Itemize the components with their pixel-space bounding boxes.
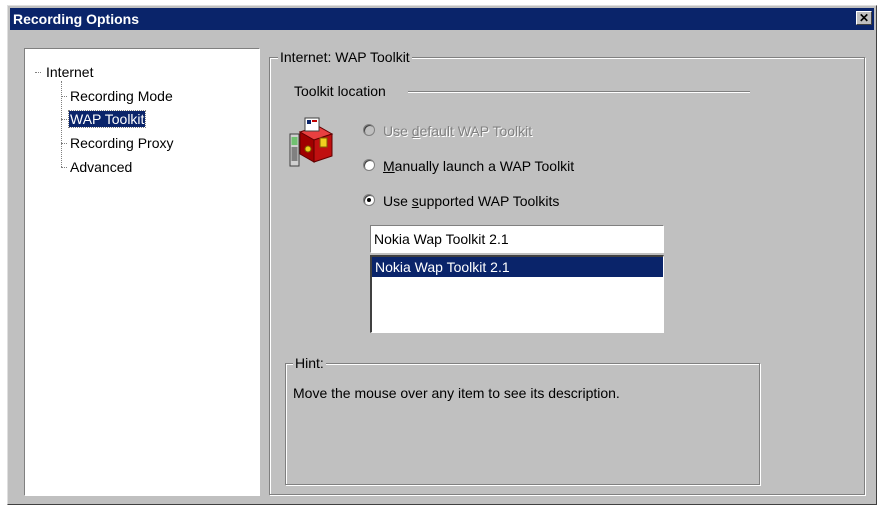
wap-toolkit-icon [288,116,336,168]
title-bar[interactable]: Recording Options ✕ [10,8,874,30]
tree-connector [61,96,67,97]
group-title: Internet: WAP Toolkit [278,49,412,65]
tree-item-label: Advanced [70,159,133,175]
tree-item-label: Internet [46,64,94,80]
tree-item-label: Recording Mode [70,88,173,104]
tree-connector [35,72,41,73]
tree-item-recording-proxy[interactable]: Recording Proxy [69,135,175,151]
radio-label: Use supported WAP Toolkits [383,193,560,209]
radio-button [363,194,375,206]
close-icon: ✕ [858,11,870,25]
tree-item-label: WAP Toolkit [67,110,147,128]
tree-item-wap-toolkit[interactable]: WAP Toolkit [67,110,147,128]
tree-connector [61,81,62,167]
radio-button [363,124,375,136]
tree-item-advanced[interactable]: Advanced [69,159,133,175]
list-item[interactable]: Nokia Wap Toolkit 2.1 [372,257,663,277]
close-button[interactable]: ✕ [856,11,872,25]
toolkit-name-input[interactable]: Nokia Wap Toolkit 2.1 [370,225,664,253]
tree-item-internet[interactable]: Internet [45,64,94,80]
tree-item-recording-mode[interactable]: Recording Mode [69,88,174,104]
section-title: Toolkit location [292,83,388,99]
hint-text: Move the mouse over any item to see its … [293,385,620,401]
hint-title: Hint: [293,355,326,371]
tree-connector [61,167,67,168]
radio-button [363,159,375,171]
toolkit-name-value: Nokia Wap Toolkit 2.1 [374,231,509,247]
radio-label: Manually launch a WAP Toolkit [383,158,575,174]
tree-connector [61,119,67,120]
window-title: Recording Options [13,11,139,27]
tree-item-label: Recording Proxy [70,135,174,151]
section-divider [408,91,750,93]
toolkit-list[interactable]: Nokia Wap Toolkit 2.1 [370,255,664,333]
hint-group [285,363,760,485]
options-tree[interactable]: Internet Recording Mode WAP Toolkit Reco… [24,48,260,496]
radio-label: Use default WAP Toolkit [383,123,533,139]
tree-connector [61,143,67,144]
